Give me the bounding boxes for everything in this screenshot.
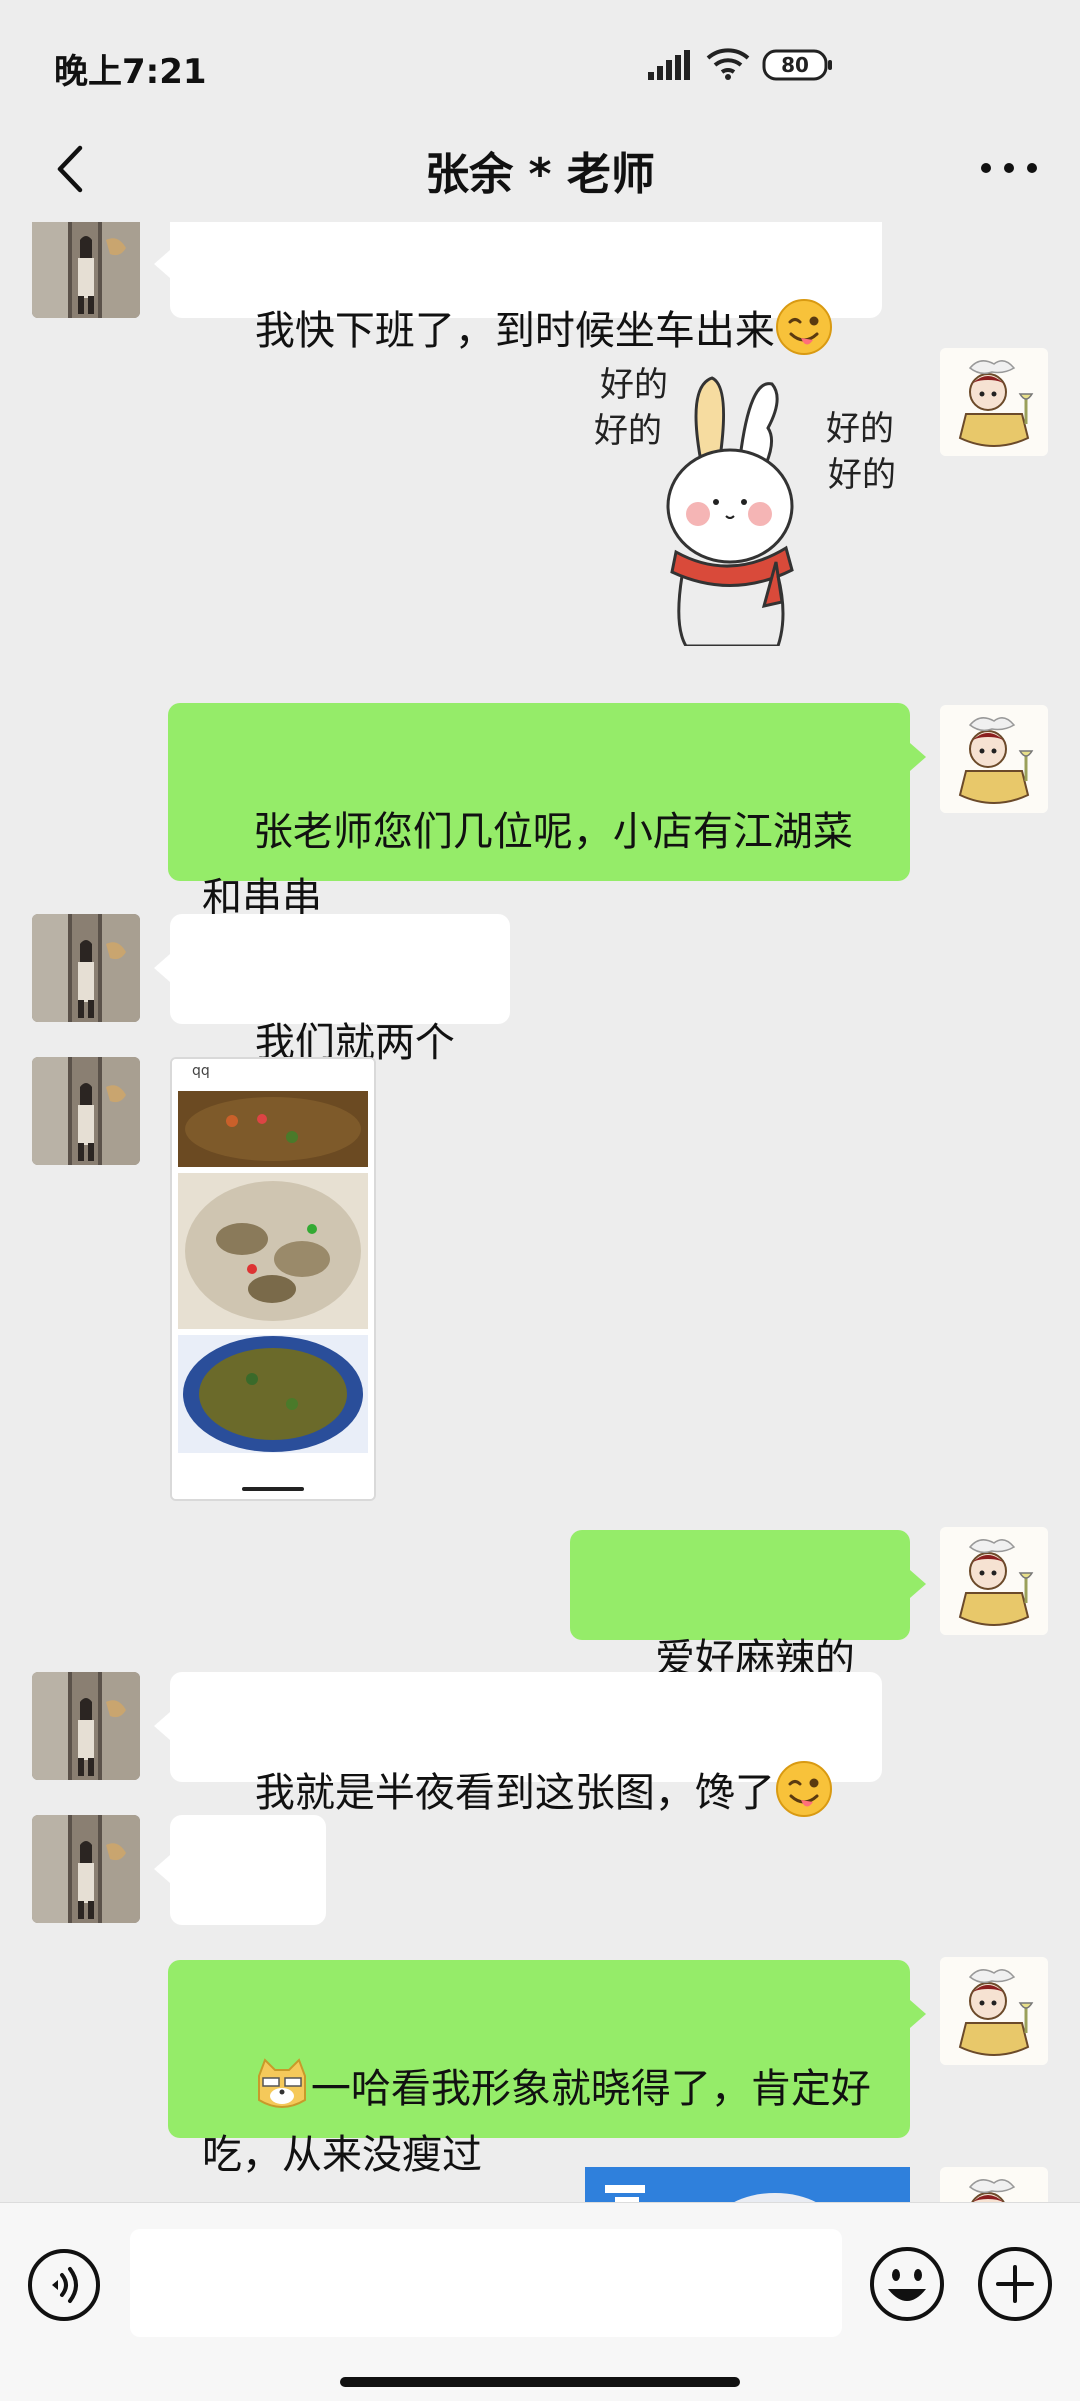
contact-avatar-image [32,914,140,1022]
message-input-bar [0,2202,1080,2401]
battery-indicator: 80 [762,48,834,82]
message-bubble-outgoing[interactable]: 张老师您们几位呢，小店有江湖菜 和串串 [168,703,926,921]
voice-input-icon[interactable] [26,2247,102,2323]
my-avatar[interactable] [940,705,1048,813]
contact-avatar[interactable] [32,1672,140,1780]
message-bubble-outgoing[interactable]: 爱好麻辣的哈 [570,1530,926,1748]
contact-avatar-image [32,1057,140,1165]
svg-text:好的: 好的 [826,409,894,449]
status-time: 晚上7:21 [54,52,207,92]
message-bubble-incoming[interactable]: 我就是半夜看到这张图，馋了 [154,1672,882,1818]
plus-icon[interactable] [976,2245,1054,2323]
chat-header: 张余 * 老师 [0,116,1080,222]
message-bubble-incoming[interactable]: 是呀 [154,1815,326,2033]
outgoing-image [585,2167,910,2202]
battery-level: 80 [781,53,809,77]
my-avatar[interactable] [940,1527,1048,1635]
message-input[interactable] [130,2229,842,2337]
message-bubble-incoming[interactable]: 我们就两个人 [154,914,510,1132]
wifi-icon [706,48,750,80]
rabbit-ok-sticker: 好的 好的 好的 好的 [594,365,896,648]
cellular-signal-icon [648,50,690,80]
more-options-icon[interactable] [974,138,1044,198]
chat-message-list[interactable]: 我快下班了，到时候坐车出来 好的 好的 好的 好的 张老师您们几位呢，小店有江湖… [0,222,1080,2202]
page-title: 张余 * 老师 [425,149,655,200]
contact-avatar-image [32,1672,140,1780]
contact-avatar[interactable] [32,1815,140,1923]
contact-avatar-image [32,222,140,318]
contact-avatar[interactable] [32,914,140,1022]
home-indicator [340,2377,740,2387]
message-bubble-incoming[interactable]: 我快下班了，到时候坐车出来 [154,222,882,356]
my-avatar[interactable] [940,2167,1048,2202]
image-message[interactable] [585,2167,910,2202]
my-avatar-image [940,705,1048,813]
message-text: 张老师您们几位呢，小店有江湖菜 和串串 [202,809,853,921]
svg-text:好的: 好的 [828,455,896,495]
cat-emoji-icon [257,2058,306,2108]
my-avatar[interactable] [940,348,1048,456]
my-avatar-image [940,2167,1048,2202]
my-avatar-image [940,1957,1048,2065]
my-avatar[interactable] [940,1957,1048,2065]
my-avatar-image [940,348,1048,456]
food-screenshot-image [172,1059,374,1499]
sticker-message[interactable]: 好的 好的 好的 好的 [590,346,910,648]
my-avatar-image [940,1527,1048,1635]
contact-avatar[interactable] [32,1057,140,1165]
contact-avatar[interactable] [32,222,140,318]
status-bar: 晚上7:21 80 [0,0,1080,130]
wink-tongue-emoji-icon [775,1760,833,1818]
svg-text:好的: 好的 [594,411,662,451]
message-bubble-outgoing[interactable]: 一哈看我形象就晓得了，肯定好 吃，从来没瘦过 [168,1960,926,2178]
contact-avatar-image [32,1815,140,1923]
image-caption: qq [192,1063,210,1079]
message-text: 我就是半夜看到这张图，馋了 [254,1770,775,1816]
image-message[interactable]: qq [170,1057,376,1501]
svg-text:好的: 好的 [600,365,668,405]
emoji-icon[interactable] [868,2245,946,2323]
